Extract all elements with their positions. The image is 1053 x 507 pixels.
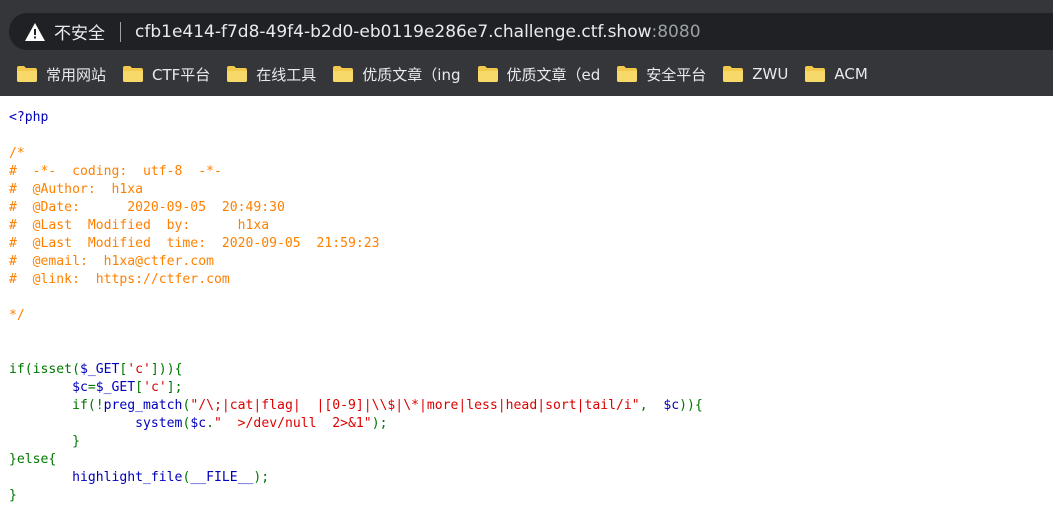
- code-token: $_GET: [95, 380, 136, 395]
- code-token: ,: [639, 398, 664, 413]
- code-token: if(!: [9, 398, 104, 413]
- bookmark-folder-ctf-platforms[interactable]: CTF平台: [114, 59, 218, 89]
- folder-icon: [617, 66, 638, 82]
- folder-icon: [477, 66, 498, 82]
- bookmark-folder-acm[interactable]: ACM: [796, 59, 875, 89]
- bookmark-label: CTF平台: [152, 65, 211, 84]
- comment-line: # @Author: h1xa: [9, 182, 144, 197]
- bookmark-label: ACM: [834, 65, 868, 83]
- comment-line: # @Last Modified time: 2020-09-05 21:59:…: [9, 236, 380, 251]
- bookmark-label: 常用网站: [46, 65, 107, 84]
- bookmark-folder-articles-ed[interactable]: 优质文章（ed: [469, 59, 609, 89]
- not-secure-label[interactable]: 不安全: [54, 19, 105, 44]
- comment-line: # @link: https://ctfer.com: [9, 272, 230, 287]
- comment-line: # @Last Modified by: h1xa: [9, 218, 270, 233]
- code-line: system($c." >/dev/null 2>&1");: [9, 416, 387, 431]
- comment-line: */: [9, 308, 25, 323]
- bookmark-label: 优质文章（ing: [362, 65, 461, 84]
- bookmark-folder-common-sites[interactable]: 常用网站: [8, 59, 114, 89]
- code-token: ])){: [150, 362, 183, 377]
- bookmark-folder-articles-ing[interactable]: 优质文章（ing: [324, 59, 468, 89]
- warning-icon[interactable]: [25, 22, 45, 41]
- code-token: =: [87, 380, 96, 395]
- url-port[interactable]: :8080: [652, 22, 701, 42]
- code-token: $c: [190, 416, 207, 431]
- code-token: ];: [166, 380, 183, 395]
- bookmark-folder-zwu[interactable]: ZWU: [714, 59, 796, 89]
- code-token: [: [135, 380, 144, 395]
- bookmark-label: 安全平台: [646, 65, 707, 84]
- code-token: system: [135, 416, 183, 431]
- folder-icon: [723, 66, 744, 82]
- folder-icon: [123, 66, 144, 82]
- code-token: highlight_file: [72, 470, 183, 485]
- code-token: $c: [72, 380, 88, 395]
- code-token: );: [253, 470, 270, 485]
- code-token: $_GET: [79, 362, 120, 377]
- code-token: 'c': [143, 380, 167, 395]
- folder-icon: [17, 66, 37, 82]
- code-line: if(!preg_match("/\;|cat|flag| |[0-9]|\\$…: [9, 398, 703, 413]
- comment-line: # @Date: 2020-09-05 20:49:30: [9, 200, 285, 215]
- browser-chrome: 不安全 cfb1e414-f7d8-49f4-b2d0-eb0119e286e7…: [0, 0, 1053, 96]
- code-token: )){: [679, 398, 703, 413]
- code-line: $c=$_GET['c'];: [9, 380, 183, 395]
- comment-line: /*: [9, 146, 25, 161]
- bookmark-folder-security-platforms[interactable]: 安全平台: [608, 59, 714, 89]
- code-token: __FILE__: [190, 470, 254, 485]
- code-token: );: [371, 416, 388, 431]
- omnibox-separator: [120, 21, 121, 42]
- code-token: " >/dev/null 2>&1": [214, 416, 372, 431]
- code-line: }: [9, 488, 17, 503]
- folder-icon: [333, 66, 354, 82]
- code-line: if(isset($_GET['c'])){: [9, 362, 182, 377]
- code-token: if(isset(: [9, 362, 80, 377]
- code-token: 'c': [127, 362, 151, 377]
- bookmark-label: ZWU: [752, 65, 789, 83]
- folder-icon: [227, 66, 248, 82]
- folder-icon: [805, 66, 826, 82]
- code-token: preg_match: [103, 398, 183, 413]
- url-host[interactable]: cfb1e414-f7d8-49f4-b2d0-eb0119e286e7.cha…: [135, 22, 652, 42]
- php-open-tag: <?php: [9, 110, 49, 125]
- code-line: highlight_file(__FILE__);: [9, 470, 269, 485]
- bookmark-folder-online-tools[interactable]: 在线工具: [218, 59, 324, 89]
- code-token: .: [206, 416, 215, 431]
- code-line: }: [9, 434, 80, 449]
- comment-line: # @email: h1xa@ctfer.com: [9, 254, 214, 269]
- php-source-code: <?php /* # -*- coding: utf-8 -*- # @Auth…: [9, 109, 703, 505]
- code-token: "/\;|cat|flag| |[0-9]|\\$|\*|more|less|h…: [190, 398, 640, 413]
- bookmarks-bar: 常用网站 CTF平台 在线工具 优质文章（ing 优质文章（ed 安全平台 ZW…: [0, 57, 1053, 91]
- comment-line: # -*- coding: utf-8 -*-: [9, 164, 222, 179]
- address-bar[interactable]: 不安全 cfb1e414-f7d8-49f4-b2d0-eb0119e286e7…: [9, 13, 1053, 50]
- bookmark-label: 优质文章（ed: [506, 65, 601, 84]
- code-token: $c: [663, 398, 680, 413]
- code-line: }else{: [9, 452, 57, 467]
- bookmark-label: 在线工具: [256, 65, 317, 84]
